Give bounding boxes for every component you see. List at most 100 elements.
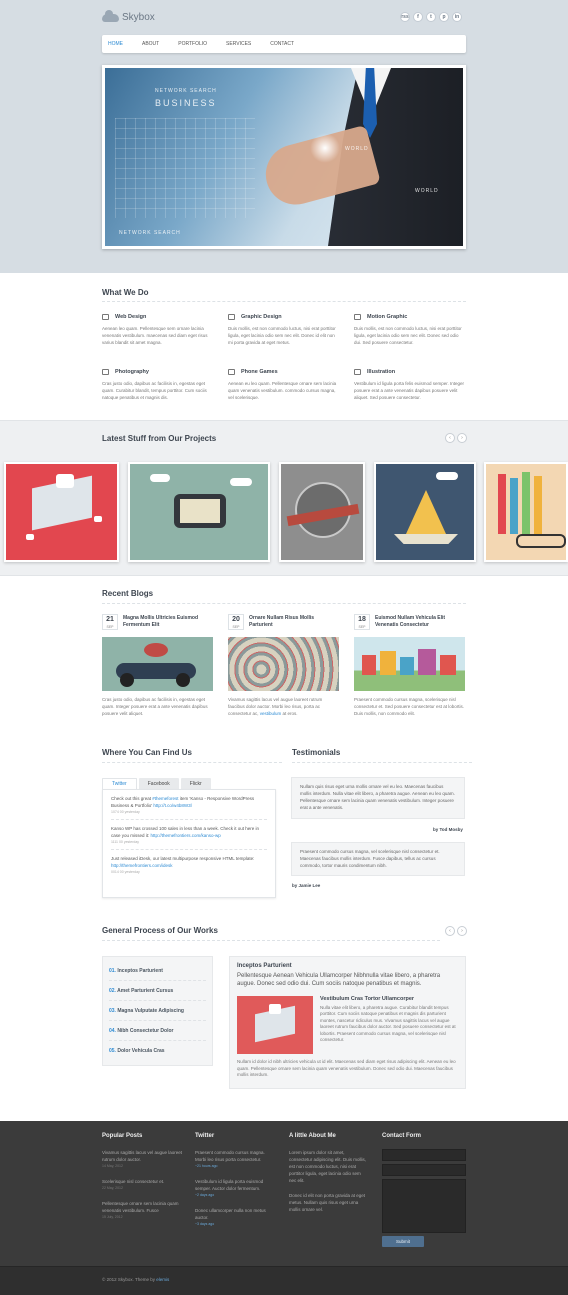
panel-sub-title: Vestibulum Cras Tortor Ullamcorper [320,996,415,1002]
testimonial-text: Nullam quis risus eget urna mollis ornar… [300,784,455,810]
section-title-blogs: Recent Blogs [102,589,154,598]
blog-day: 20 [232,616,240,623]
service-text: Vestibulum id ligula porta felis euismod… [354,381,465,400]
pinterest-icon[interactable]: p [439,12,449,22]
social-icons: rss f t p in [400,12,462,22]
footer-post[interactable]: Pellentesque ornare sem lacinia quam ven… [102,1200,182,1221]
logo[interactable]: Skybox [102,9,155,23]
service-title: Graphic Design [241,314,282,320]
step-number: 01. [109,968,116,974]
process-step[interactable]: 05. Dolor Vehicula Cras [109,1041,206,1061]
nav-portfolio[interactable]: PORTFOLIO [178,41,207,47]
post-date: 14 May, 2012 [102,1164,123,1168]
tweet-link[interactable]: http://t.co/w4b8W3l [153,803,191,808]
step-label: Dolor Vehicula Cras [117,1048,165,1054]
tweet-time: 1074 00 yesterday [111,810,140,814]
rss-icon[interactable]: rss [400,12,410,22]
prev-arrow-icon[interactable]: ‹ [445,433,455,443]
tab-facebook[interactable]: Facebook [138,778,179,789]
nav-home[interactable]: HOME [108,41,123,47]
footer-heading: Popular Posts [102,1133,143,1139]
sign-shape [144,643,168,657]
section-title-projects: Latest Stuff from Our Projects [102,434,217,443]
tweet: Check out this great #themeforest item '… [111,795,267,820]
blog-excerpt: Vivamus sagittis lacus vel augue laoreet… [228,696,339,717]
pencil-shape [510,478,518,534]
step-number: 02. [109,988,116,994]
testimonial-text: Praesent commodo cursus magna, vel scele… [300,849,440,868]
blog-title[interactable]: Euismod Nullam Vehicula Elit Venenatis C… [375,615,465,629]
process-step[interactable]: 04. Nibh Consectetur Dolor [109,1021,206,1041]
hero-text: WORLD [415,188,439,194]
blog-image[interactable] [354,637,465,691]
blog-title[interactable]: Magna Mollis Ultricies Euismod Fermentum… [123,615,213,629]
brand-name: Skybox [122,12,155,23]
name-input[interactable] [382,1149,466,1161]
submit-button[interactable]: Submit [382,1236,424,1247]
footer-popular-posts: Popular Posts Vivamus sagittis lacus vel… [102,1133,182,1229]
theme-author-link[interactable]: elemis [156,1277,169,1282]
tweet-link[interactable]: #themeforest [152,796,178,801]
service-title: Phone Games [241,369,278,375]
tab-flickr[interactable]: Flickr [180,778,211,789]
blog-post: 21 SEP Magna Mollis Ultricies Euismod Fe… [102,614,213,724]
testimonial: Nullam quis risus eget urna mollis ornar… [291,777,465,819]
tab-twitter[interactable]: Twitter [102,778,137,789]
project-thumb[interactable] [374,462,476,562]
footer-heading: Twitter [195,1133,215,1139]
prev-arrow-icon[interactable]: ‹ [445,926,455,936]
next-arrow-icon[interactable]: › [457,926,467,936]
tweet-time[interactable]: ~21 hours ago [195,1163,275,1170]
project-thumb[interactable] [484,462,568,562]
post-title: Scelerisque nisl consectetur et. [102,1179,165,1184]
blog-post: 18 SEP Euismod Nullam Vehicula Elit Vene… [354,614,465,724]
process-step[interactable]: 01. Inceptos Parturient [109,961,206,981]
project-thumb[interactable] [128,462,270,562]
nav-contact[interactable]: CONTACT [270,41,294,47]
process-step[interactable]: 02. Amet Parturient Cursus [109,981,206,1001]
tweet-time[interactable]: ~2 days ago [195,1192,275,1199]
footer-tweet: Donec ullamcorper nulla non metus auctor… [195,1207,275,1228]
step-number: 04. [109,1028,116,1034]
testimonial: Praesent commodo cursus magna, vel scele… [291,842,465,876]
twitter-icon[interactable]: t [426,12,436,22]
tweet-link[interactable]: http://themefrontiers.com/idesk [111,863,173,868]
next-arrow-icon[interactable]: › [457,433,467,443]
cloud-icon [436,472,458,480]
blog-excerpt-text: at eros. [281,711,298,716]
tweet: Kanso WP has crossed 100 sales in less t… [111,825,267,850]
book-icon [354,314,361,320]
linkedin-icon[interactable]: in [452,12,462,22]
service-text: Duis mollis, est non commodo luctus, nis… [354,326,462,345]
service-web-design: Web Design Aenean leo quam. Pellentesque… [102,314,214,346]
process-step[interactable]: 03. Magna Vulputate Adipiscing [109,1001,206,1021]
footer-heading: Contact Form [382,1133,421,1139]
project-thumb[interactable] [279,462,365,562]
blog-excerpt-link[interactable]: vestibulum [260,711,282,716]
step-label: Magna Vulputate Adipiscing [117,1008,184,1014]
blog-image[interactable] [102,637,213,691]
blog-excerpt: Cras justo odio, dapibus ac facilisis in… [102,697,208,716]
facebook-icon[interactable]: f [413,12,423,22]
footer-contact: Contact Form Submit [382,1133,466,1247]
copyright: © 2012 Skybox. Theme by elemis [102,1277,169,1282]
nav-about[interactable]: ABOUT [142,41,159,47]
step-label: Nibh Consectetur Dolor [117,1028,174,1034]
blog-title[interactable]: Ornare Nullam Risus Mollis Parturient [249,615,339,629]
nav-services[interactable]: SERVICES [226,41,251,47]
blog-image[interactable] [228,637,339,691]
footer-post[interactable]: Vivamus sagittis lacus vel augue laoreet… [102,1149,182,1170]
wheel-shape [176,673,190,687]
blog-date: 18 SEP [354,614,370,630]
hero-slider[interactable]: NETWORK SEARCH BUSINESS WORLD NETWORK SE… [102,65,466,249]
tweet-text: Just released iDesk, our latest multipur… [111,856,255,861]
email-input[interactable] [382,1164,466,1176]
tweet-link[interactable]: http://themefrontiers.com/kanso-wp [151,833,221,838]
tweet-time[interactable]: ~3 days ago [195,1221,275,1228]
message-textarea[interactable] [382,1179,466,1233]
panel-sub: Vestibulum Cras Tortor Ullamcorper Nulla… [320,996,460,1044]
service-text: Aenean leo quam. Pellentesque sem ornare… [102,326,208,345]
about-text: Lorem ipsum dolor sit amet, consectetur … [289,1150,367,1183]
project-thumb[interactable] [4,462,119,562]
footer-post[interactable]: Scelerisque nisl consectetur et. 22 May, … [102,1178,182,1192]
